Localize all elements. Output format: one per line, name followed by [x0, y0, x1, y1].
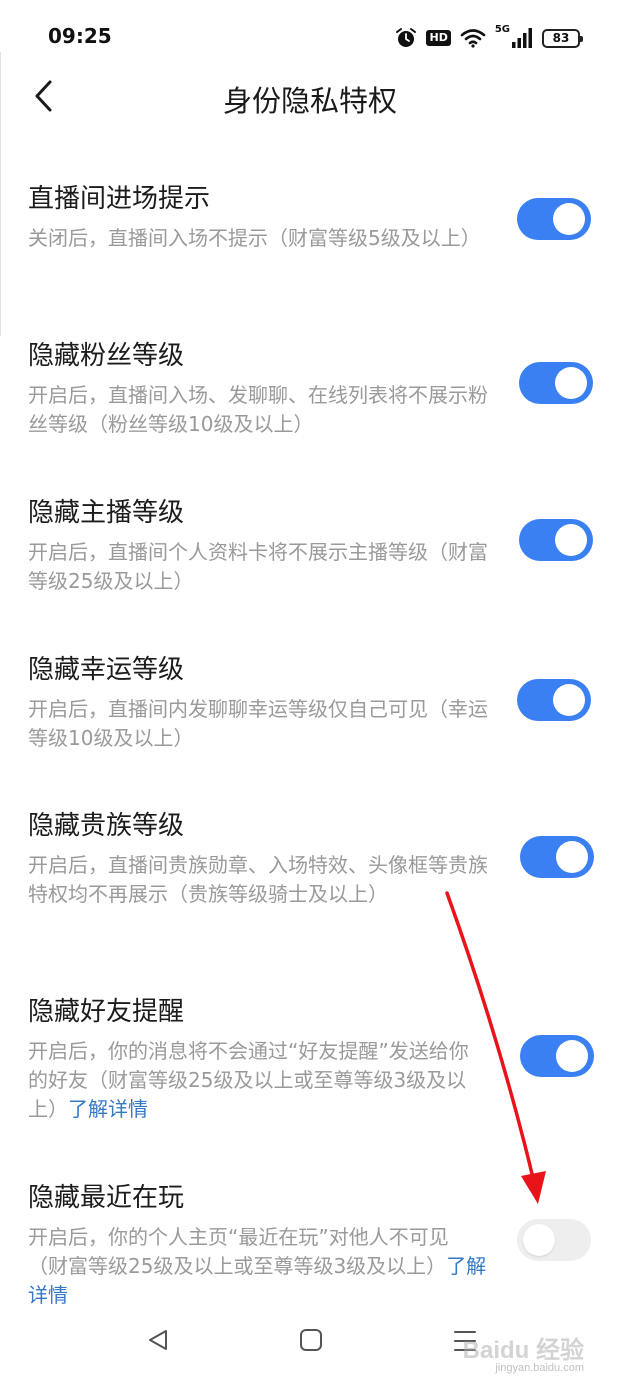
setting-description: 开启后，直播间贵族勋章、入场特效、头像框等贵族特权均不再展示（贵族等级骑士及以上… [28, 853, 488, 906]
toggle-knob [553, 203, 585, 235]
status-time: 09:25 [48, 24, 112, 48]
toggle-knob [556, 1040, 588, 1072]
network-type-label: 5G [494, 24, 510, 35]
battery-icon: 83 [542, 28, 583, 48]
toggle-knob [523, 1224, 555, 1256]
toggle-switch[interactable] [517, 1219, 591, 1261]
toggle-switch[interactable] [517, 679, 591, 721]
status-bar: 09:25 HD 5G 83 [0, 0, 620, 72]
toggle-switch[interactable] [519, 519, 593, 561]
setting-description: 开启后，直播间内发聊聊幸运等级仅自己可见（幸运等级10级及以上） [28, 697, 488, 750]
setting-description: 开启后，你的消息将不会通过“好友提醒”发送给你的好友（财富等级25级及以上或至尊… [28, 1037, 488, 1124]
watermark: Baidu 经验 jingyan.baidu.com [462, 1328, 584, 1384]
setting-title: 直播间进场提示 [28, 184, 211, 214]
setting-title: 隐藏最近在玩 [28, 1183, 185, 1213]
toggle-knob [556, 841, 588, 873]
nav-home-button[interactable] [299, 1328, 323, 1356]
edge-divider [0, 52, 1, 336]
setting-description: 关闭后，直播间入场不提示（财富等级5级及以上） [28, 226, 481, 250]
home-square-icon [300, 1329, 322, 1351]
back-triangle-icon [149, 1330, 167, 1350]
toggle-switch[interactable] [519, 362, 593, 404]
watermark-text: Baidu 经验 [462, 1337, 584, 1364]
setting-title: 隐藏好友提醒 [28, 997, 185, 1027]
setting-title: 隐藏主播等级 [28, 498, 185, 528]
setting-title: 隐藏粉丝等级 [28, 341, 185, 371]
hd-icon: HD [426, 30, 451, 46]
page-title: 身份隐私特权 [222, 84, 397, 118]
setting-description: 开启后，直播间入场、发聊聊、在线列表将不展示粉丝等级（粉丝等级10级及以上） [28, 383, 488, 436]
learn-more-link[interactable]: 了解详情 [68, 1097, 148, 1121]
nav-back-button[interactable] [146, 1328, 170, 1356]
alarm-icon [396, 28, 417, 47]
toggle-knob [555, 524, 587, 556]
toggle-switch[interactable] [520, 836, 594, 878]
setting-title: 隐藏贵族等级 [28, 811, 185, 841]
wifi-icon [460, 29, 486, 48]
watermark-url: jingyan.baidu.com [495, 1362, 584, 1374]
status-icons: HD 5G 83 [395, 24, 583, 52]
signal-icon [512, 28, 532, 48]
setting-description: 开启后，你的个人主页“最近在玩”对他人不可见（财富等级25级及以上或至尊等级3级… [28, 1223, 488, 1310]
page-header: 身份隐私特权 [0, 72, 620, 120]
toggle-switch[interactable] [520, 1035, 594, 1077]
toggle-switch[interactable] [517, 198, 591, 240]
toggle-knob [553, 684, 585, 716]
battery-level: 83 [552, 31, 570, 45]
setting-description-text: 开启后，你的个人主页“最近在玩”对他人不可见（财富等级25级及以上或至尊等级3级… [28, 1225, 449, 1278]
setting-title: 隐藏幸运等级 [28, 655, 185, 685]
toggle-knob [555, 367, 587, 399]
setting-description: 开启后，直播间个人资料卡将不展示主播等级（财富等级25级及以上） [28, 540, 488, 593]
